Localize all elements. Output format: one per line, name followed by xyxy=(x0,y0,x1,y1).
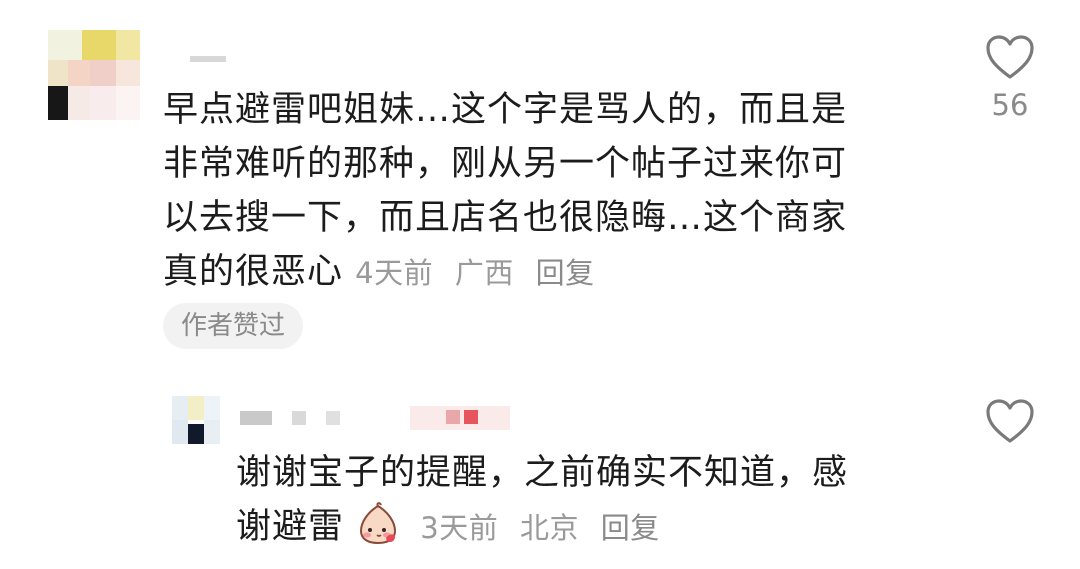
comment-line: 以去搜一下，而且店名也很隐晦…这个商家 xyxy=(163,198,848,238)
replier-avatar[interactable] xyxy=(172,396,220,444)
reply-location: 北京 xyxy=(519,511,579,545)
comment-line: 真的很恶心 xyxy=(163,252,344,292)
author-liked-badge: 作者赞过 xyxy=(163,303,304,349)
reply-meta: 3天前 北京 回复 xyxy=(420,511,671,545)
blushing-face-emoji xyxy=(356,502,400,546)
comment-meta: 4天前 广西 回复 xyxy=(355,256,606,290)
reply-line: 谢避雷 xyxy=(236,507,345,547)
like-count: 56 xyxy=(991,88,1029,122)
reply-text[interactable]: 谢谢宝子的提醒，之前确实不知道，感 谢避雷 3天前 北京 回复 xyxy=(236,446,848,555)
heart-outline-icon xyxy=(980,398,1040,444)
comment-line: 非常难听的那种，刚从另一个帖子过来你可 xyxy=(163,144,848,184)
commenter-name[interactable] xyxy=(190,56,226,62)
commenter-avatar[interactable] xyxy=(48,22,140,120)
like-button[interactable] xyxy=(980,398,1040,444)
reply-button[interactable]: 回复 xyxy=(601,511,660,545)
reply-time: 3天前 xyxy=(420,511,499,545)
comment-last-line: 真的很恶心 4天前 广西 回复 xyxy=(163,245,847,300)
reply-last-line: 谢避雷 3天前 北京 回复 xyxy=(236,500,848,555)
reply-line: 谢谢宝子的提醒，之前确实不知道，感 xyxy=(236,453,849,493)
heart-outline-icon xyxy=(980,34,1040,80)
comment-location: 广西 xyxy=(454,256,514,290)
comment-line: 早点避雷吧姐妹…这个字是骂人的，而且是 xyxy=(163,90,848,130)
like-button[interactable]: 56 xyxy=(980,34,1040,122)
comment-time: 4天前 xyxy=(355,256,434,290)
reply-button[interactable]: 回复 xyxy=(536,256,595,290)
comment-text[interactable]: 早点避雷吧姐妹…这个字是骂人的，而且是 非常难听的那种，刚从另一个帖子过来你可 … xyxy=(163,83,847,300)
